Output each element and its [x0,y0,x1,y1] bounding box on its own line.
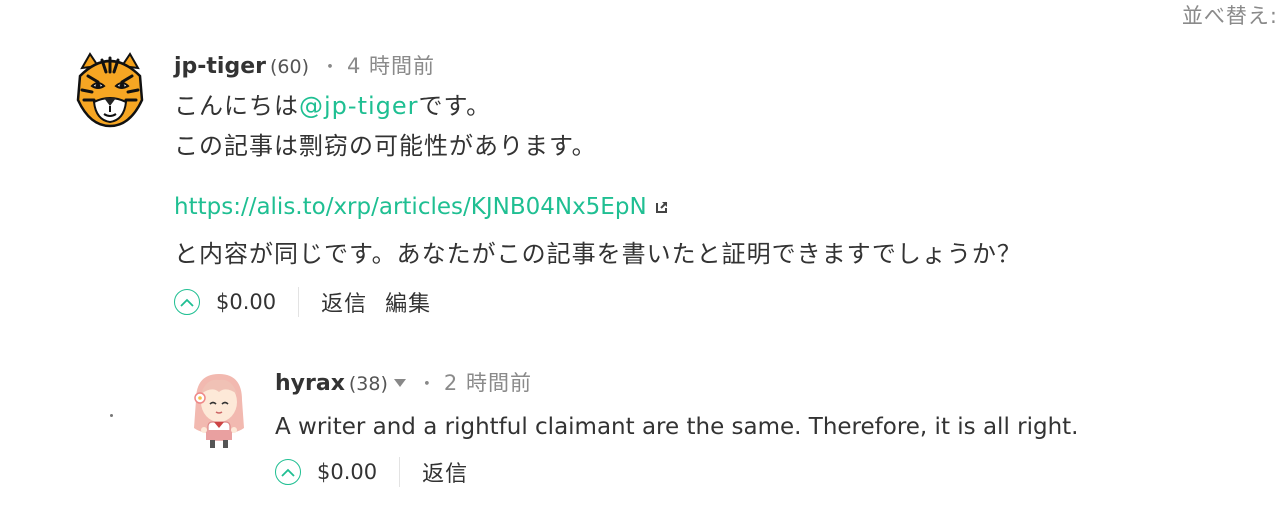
comment-line-1-prefix: こんにちは [174,92,299,120]
reply-button[interactable]: 返信 [321,286,367,318]
reply-comment: hyrax (38) ・ 2 時間前 A writer and a rightf… [186,368,1079,492]
tiger-avatar-icon [68,46,152,130]
divider-dot [110,414,113,417]
comment-actions: $0.00 返信 編集 [174,282,1022,322]
comment: jp-tiger (60) ・ 4 時間前 こんにちは@jp-tigerです。 … [68,46,1022,322]
reply-button[interactable]: 返信 [422,456,468,488]
chevron-up-icon [281,468,295,477]
chevron-up-icon [180,298,194,307]
avatar[interactable] [186,368,252,452]
comment-line-1-suffix: です。 [418,92,492,120]
sort-button[interactable]: 並べ替え: [1182,0,1278,30]
comment-actions: $0.00 返信 [275,452,1079,492]
upvote-button[interactable] [275,459,301,485]
edit-button[interactable]: 編集 [385,286,431,318]
timestamp: 4 時間前 [347,54,436,78]
user-score: (60) [270,56,310,78]
tip-amount: $0.00 [216,290,277,314]
username[interactable]: hyrax [275,369,345,399]
tip-amount: $0.00 [317,460,378,484]
comment-text: こんにちは@jp-tigerです。 この記事は剽窃の可能性があります。 [174,86,1022,166]
external-link-icon [655,201,667,213]
comment-text: A writer and a rightful claimant are the… [275,414,1079,440]
comment-line-2: この記事は剽窃の可能性があります。 [174,132,597,160]
divider [399,457,401,487]
upvote-button[interactable] [174,289,200,315]
mention-link[interactable]: @jp-tiger [299,92,419,120]
avatar[interactable] [68,46,152,130]
meta-separator: ・ [321,57,340,78]
girl-avatar-icon [194,374,244,448]
comment-line-3: と内容が同じです。あなたがこの記事を書いたと証明できますでしょうか？ [174,240,1022,268]
divider [298,287,300,317]
timestamp: 2 時間前 [443,371,532,395]
chevron-down-icon[interactable] [393,379,406,387]
username[interactable]: jp-tiger [174,47,266,87]
user-score: (38) [348,373,388,395]
comments-section: 並べ替え: jp-tiger (60) ・ 4 時間前 こんにちは@jp-tig… [0,0,1280,511]
article-link[interactable]: https://alis.to/xrp/articles/KJNB04Nx5Ep… [174,194,647,220]
meta-separator: ・ [417,374,436,395]
